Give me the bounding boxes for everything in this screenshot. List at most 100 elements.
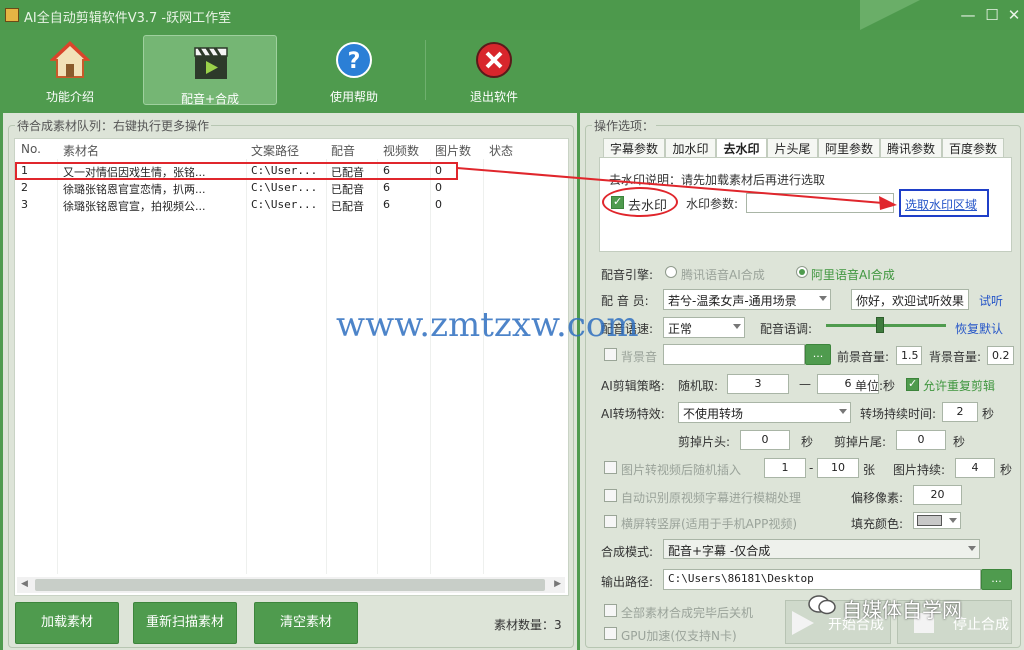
- chevron-down-icon: [839, 409, 847, 414]
- cell-no: 2: [21, 181, 28, 194]
- gpu-label: GPU加速(仅支持N卡): [621, 629, 737, 643]
- cut-tail-label: 剪掉片尾:: [834, 435, 887, 449]
- seconds-unit: 秒: [982, 407, 995, 421]
- toolbar-exit-button[interactable]: 退出软件: [427, 34, 561, 104]
- cell-path: C:\User...: [251, 198, 318, 211]
- col-no: No.: [21, 142, 41, 156]
- site-watermark: www.zmtzxw.com: [336, 305, 639, 345]
- speed-select-value: 正常: [668, 322, 693, 336]
- engine-ali-radio[interactable]: [796, 266, 808, 278]
- seconds-unit: 秒: [801, 435, 814, 449]
- clear-material-button[interactable]: 清空素材: [254, 602, 358, 644]
- transition-duration-input[interactable]: 2: [942, 402, 978, 422]
- home-icon: [50, 41, 90, 78]
- bgm-path-field[interactable]: [663, 344, 805, 365]
- output-path-field[interactable]: C:\Users\86181\Desktop: [663, 569, 981, 590]
- title-bar: AI全自动剪辑软件V3.7 -跃网工作室 — ☐ ✕: [0, 0, 1024, 30]
- voice-select[interactable]: 若兮-温柔女声-通用场景: [663, 289, 831, 310]
- gpu-checkbox[interactable]: [604, 627, 617, 640]
- cut-head-input[interactable]: 0: [740, 430, 790, 450]
- tab-subtitle[interactable]: 字幕参数: [603, 138, 665, 158]
- engine-tencent-radio[interactable]: [665, 266, 677, 278]
- offset-input[interactable]: 20: [913, 485, 962, 505]
- cell-name: 徐璐张铭恩官宣，拍视频公...: [63, 200, 206, 213]
- blur-subtitle-label: 自动识别原视频字幕进行模糊处理: [621, 491, 802, 505]
- tab-ali[interactable]: 阿里参数: [818, 138, 880, 158]
- tab-baidu[interactable]: 百度参数: [942, 138, 1004, 158]
- random-label: 随机取:: [678, 379, 719, 393]
- load-material-button[interactable]: 加载素材: [15, 602, 119, 644]
- minimize-button[interactable]: —: [958, 5, 978, 25]
- maximize-button[interactable]: ☐: [982, 5, 1002, 25]
- bg-volume-input[interactable]: 0.2: [987, 346, 1014, 365]
- tab-add-watermark[interactable]: 加水印: [665, 138, 716, 158]
- scrollbar-thumb[interactable]: [35, 579, 545, 591]
- portrait-label: 横屏转竖屏(适用于手机APP视频): [621, 517, 798, 531]
- picture-insert-checkbox[interactable]: [604, 461, 617, 474]
- toolbar-help-button[interactable]: ? 使用帮助: [287, 34, 421, 104]
- transition-label: AI转场特效:: [601, 407, 665, 421]
- grid-line: [326, 159, 327, 574]
- blur-subtitle-checkbox[interactable]: [604, 489, 617, 502]
- range-dash: —: [799, 377, 811, 391]
- grid-line: [246, 159, 247, 574]
- transition-select[interactable]: 不使用转场: [678, 402, 851, 423]
- select-watermark-link[interactable]: 选取水印区域: [905, 196, 977, 213]
- fill-color-swatch: [917, 515, 942, 526]
- preview-link[interactable]: 试听: [979, 292, 1003, 309]
- bgm-checkbox[interactable]: [604, 348, 617, 361]
- picture-min-input[interactable]: 1: [764, 458, 806, 478]
- table-header: No. 素材名 文案路径 配音 视频数 图片数 状态: [15, 139, 568, 159]
- voice-select-value: 若兮-温柔女声-通用场景: [668, 294, 797, 308]
- toolbar-dub-button[interactable]: 配音+合成: [143, 35, 277, 106]
- scroll-right-arrow[interactable]: ▶: [554, 579, 561, 589]
- toolbar-exit-label: 退出软件: [469, 90, 518, 104]
- shutdown-checkbox[interactable]: [604, 604, 617, 617]
- shutdown-label: 全部素材合成完毕后关机: [621, 606, 754, 620]
- fill-color-select[interactable]: [913, 512, 961, 529]
- queue-legend: 待合成素材队列：右键执行更多操作: [17, 119, 210, 133]
- seconds-unit: 秒: [953, 435, 966, 449]
- toolbar-intro-button[interactable]: 功能介绍: [3, 34, 137, 104]
- cell-videos: 6: [383, 181, 390, 194]
- fg-volume-input[interactable]: 1.5: [896, 346, 922, 365]
- app-icon: [5, 8, 19, 22]
- output-browse-button[interactable]: ...: [981, 569, 1012, 590]
- rescan-material-button[interactable]: 重新扫描素材: [133, 602, 237, 644]
- toolbar-divider: [425, 40, 426, 100]
- cut-tail-input[interactable]: 0: [896, 430, 946, 450]
- scroll-left-arrow[interactable]: ◀: [21, 579, 28, 589]
- portrait-checkbox[interactable]: [604, 515, 617, 528]
- grid-line: [57, 159, 58, 574]
- cell-dub: 已配音: [331, 183, 364, 196]
- tab-remove-watermark[interactable]: 去水印: [716, 138, 767, 158]
- bgm-browse-button[interactable]: ...: [805, 344, 831, 365]
- toolbar-dub-label: 配音+合成: [180, 92, 240, 106]
- speed-select[interactable]: 正常: [663, 317, 745, 338]
- cell-images: 0: [435, 198, 442, 211]
- toolbar-intro-label: 功能介绍: [45, 90, 94, 104]
- grid-line: [377, 159, 378, 574]
- mode-select[interactable]: 配音+字幕 -仅合成: [663, 539, 980, 559]
- fg-volume-label: 前景音量:: [837, 350, 890, 364]
- random-min-input[interactable]: 3: [727, 374, 789, 394]
- picture-duration-input[interactable]: 4: [955, 458, 995, 478]
- grid-line: [430, 159, 431, 574]
- picture-max-input[interactable]: 10: [817, 458, 859, 478]
- chevron-down-icon: [949, 518, 957, 523]
- engine-ali-label: 阿里语音AI合成: [811, 268, 895, 282]
- main-toolbar: 功能介绍 配音+合成 ? 使用帮助 退出软件: [0, 30, 1024, 110]
- allow-repeat-checkbox[interactable]: [906, 377, 919, 391]
- close-button[interactable]: ✕: [1004, 5, 1024, 25]
- tab-intro-outro[interactable]: 片头尾: [767, 138, 818, 158]
- tone-slider-track[interactable]: [826, 324, 946, 327]
- horizontal-scrollbar[interactable]: ◀ ▶: [17, 577, 565, 593]
- restore-default-link[interactable]: 恢复默认: [955, 320, 1003, 337]
- preview-text-field[interactable]: 你好，欢迎试听效果: [851, 289, 969, 310]
- tone-slider-thumb[interactable]: [876, 317, 885, 333]
- col-status: 状态: [489, 144, 514, 158]
- tab-tencent[interactable]: 腾讯参数: [880, 138, 942, 158]
- engine-tencent-label: 腾讯语音AI合成: [681, 268, 765, 282]
- clapperboard-icon: [194, 47, 228, 79]
- chevron-down-icon: [819, 296, 827, 301]
